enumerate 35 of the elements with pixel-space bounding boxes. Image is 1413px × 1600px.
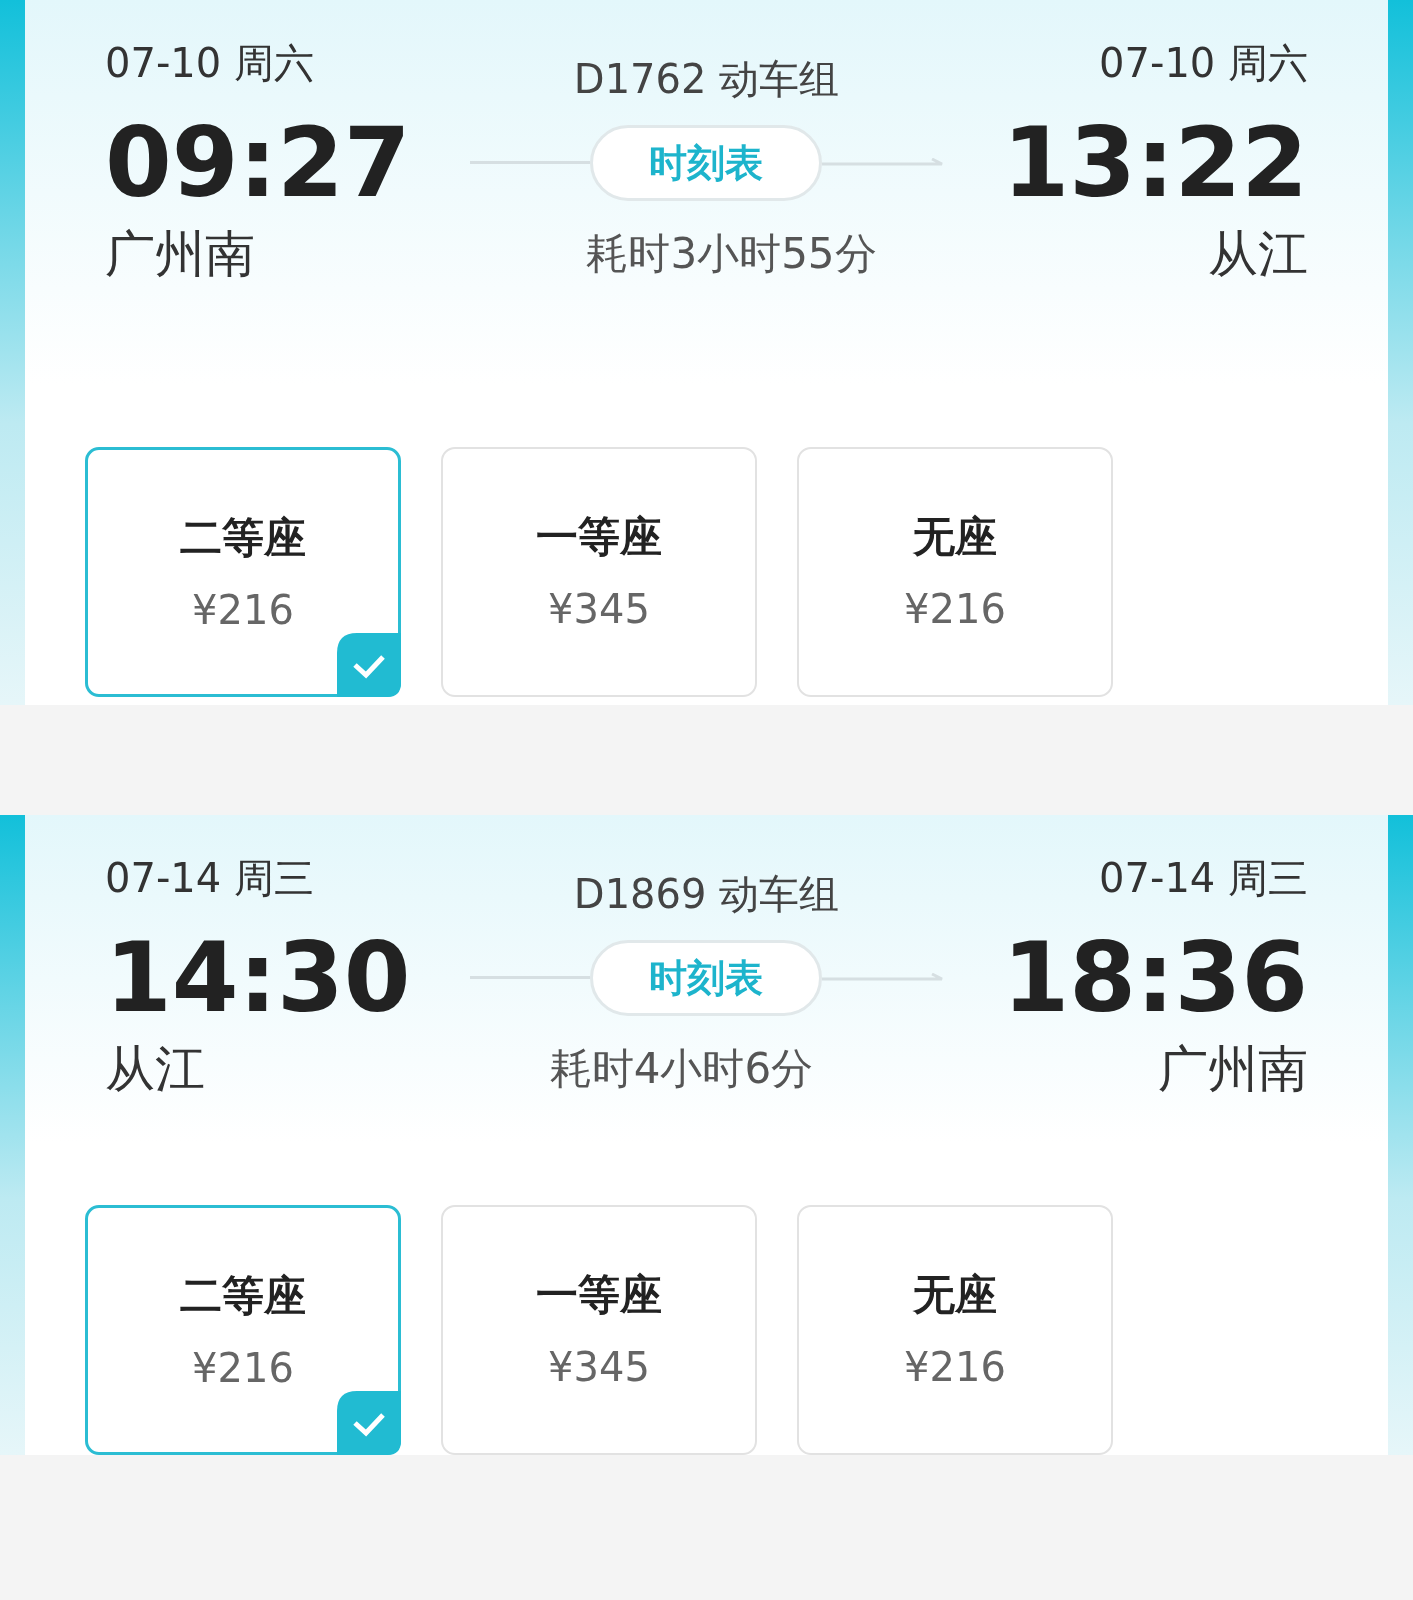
seat-option[interactable]: 一等座 ¥345 [441,1205,757,1455]
seat-price: ¥216 [904,1343,1006,1391]
departure-time: 14:30 [105,923,411,1033]
arrival-station: 广州南 [1158,1039,1308,1100]
departure-date: 07-10 周六 [105,39,314,88]
seat-price: ¥345 [548,1343,650,1391]
seat-price: ¥216 [904,585,1006,633]
seat-class: 二等座 [180,1270,306,1322]
seat-class: 无座 [913,1269,997,1321]
seat-price: ¥216 [192,586,294,634]
check-badge-icon [337,633,401,697]
arrival-date: 07-10 周六 [1099,39,1308,88]
seat-price: ¥345 [548,585,650,633]
arrival-time: 13:22 [1002,108,1308,218]
departure-station: 从江 [105,1039,205,1100]
departure-time: 09:27 [105,108,411,218]
departure-date: 07-14 周三 [105,854,314,903]
seat-price: ¥216 [192,1344,294,1392]
seat-class: 一等座 [536,1269,662,1321]
seat-option[interactable]: 二等座 ¥216 [85,447,401,697]
train-number: D1869 动车组 [573,870,840,919]
seat-class: 一等座 [536,511,662,563]
duration: 耗时4小时6分 [549,1043,814,1095]
seat-class: 无座 [913,511,997,563]
arrival-date: 07-14 周三 [1099,854,1308,903]
seat-option[interactable]: 无座 ¥216 [797,447,1113,697]
train-number: D1762 动车组 [573,55,840,104]
seat-option[interactable]: 无座 ¥216 [797,1205,1113,1455]
duration: 耗时3小时55分 [586,228,877,280]
seat-option[interactable]: 二等座 ¥216 [85,1205,401,1455]
departure-station: 广州南 [105,224,255,285]
arrival-time: 18:36 [1002,923,1308,1033]
seat-option[interactable]: 一等座 ¥345 [441,447,757,697]
arrival-station: 从江 [1208,224,1308,285]
seat-class: 二等座 [180,512,306,564]
